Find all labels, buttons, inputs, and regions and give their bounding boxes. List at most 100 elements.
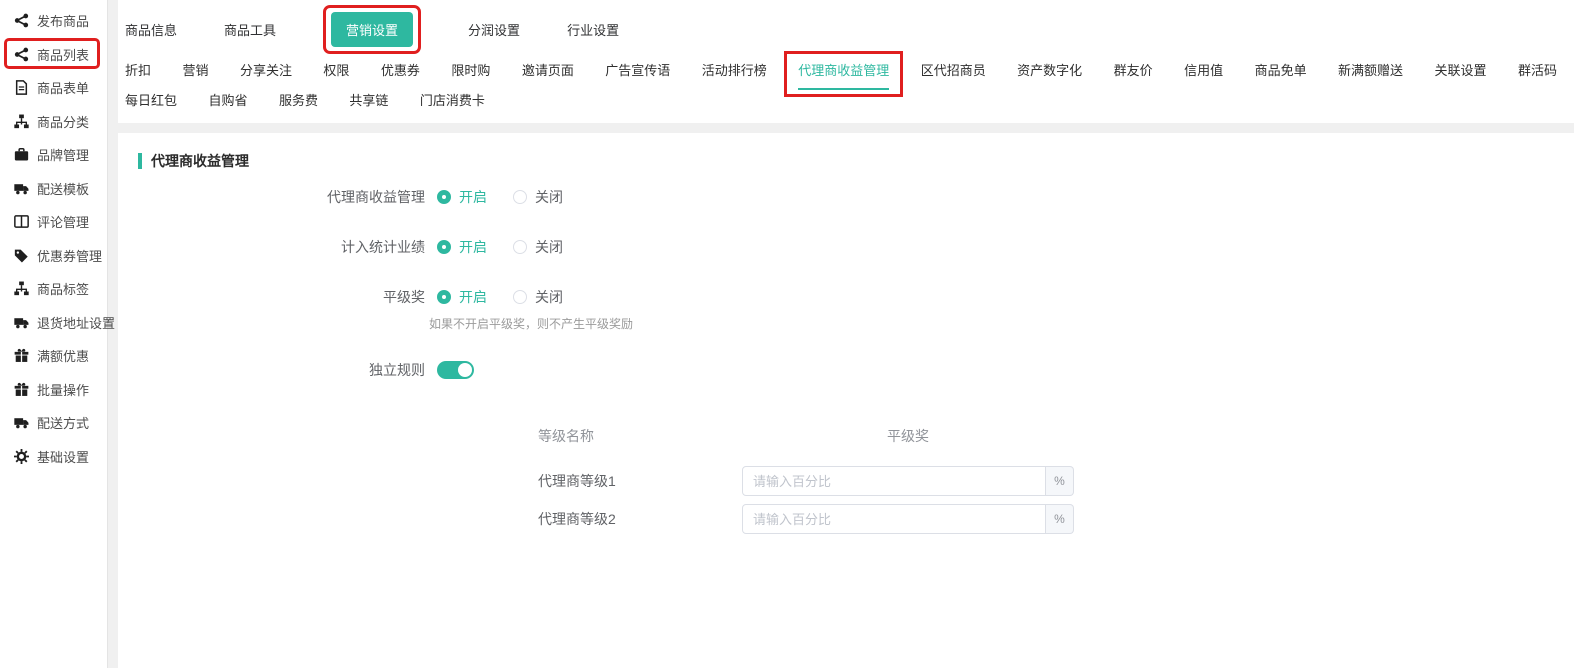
form-file-icon (14, 80, 29, 95)
sidebar-item-return-address-settings[interactable]: 退货地址设置 (0, 306, 107, 340)
subtab-agent-income-management[interactable]: 代理商收益管理 (798, 61, 889, 81)
sidebar-item-label: 商品分类 (37, 112, 89, 131)
subtab-activity-ranking[interactable]: 活动排行榜 (702, 61, 767, 81)
percent-suffix: % (1046, 466, 1074, 496)
percent-input[interactable] (742, 504, 1046, 534)
columns-icon (14, 214, 29, 229)
form-row-independent-rule: 独立规则 (118, 360, 1574, 380)
subtab-group-qr-code[interactable]: 群活码 (1518, 61, 1557, 81)
sidebar-item-product-list[interactable]: 商品列表 (0, 38, 107, 72)
sidebar-item-full-discount[interactable]: 满额优惠 (0, 339, 107, 373)
agent-income-management-label: 代理商收益管理 (118, 187, 437, 207)
tab-profit-settings[interactable]: 分润设置 (468, 20, 520, 39)
radio-label: 关闭 (535, 237, 563, 257)
radio-on[interactable]: 开启 (437, 287, 487, 307)
subtab-permission[interactable]: 权限 (323, 61, 349, 81)
sidebar-item-product-tag[interactable]: 商品标签 (0, 272, 107, 306)
sidebar-item-brand-management[interactable]: 品牌管理 (0, 138, 107, 172)
radio-label: 关闭 (535, 187, 563, 207)
radio-on[interactable]: 开启 (437, 187, 487, 207)
tab-product-tools[interactable]: 商品工具 (224, 20, 276, 39)
radio-label: 开启 (459, 287, 487, 307)
radio-off[interactable]: 关闭 (513, 187, 563, 207)
subtab-ad-slogan[interactable]: 广告宣传语 (605, 61, 670, 81)
subtab-new-full-gift[interactable]: 新满额赠送 (1338, 61, 1403, 81)
tab-product-info[interactable]: 商品信息 (125, 20, 177, 39)
radio-label: 关闭 (535, 287, 563, 307)
independent-rule-label: 独立规则 (118, 360, 437, 380)
sidebar-item-label: 评论管理 (37, 212, 89, 231)
subtab-flash-sale[interactable]: 限时购 (451, 61, 490, 81)
radio-dot-icon (437, 240, 451, 254)
subtab-asset-digitization[interactable]: 资产数字化 (1017, 61, 1082, 81)
radio-label: 开启 (459, 237, 487, 257)
app-window: 发布商品 商品列表 商品表单 商品分类 品牌管理 配送模板 评论管理 优惠券管理… (0, 0, 1574, 668)
tabs-header: 商品信息 商品工具 营销设置 分润设置 行业设置 折扣 营销 分享关注 权限 优… (118, 0, 1574, 123)
subtab-credit-value[interactable]: 信用值 (1184, 61, 1223, 81)
sidebar-item-delivery-template[interactable]: 配送模板 (0, 172, 107, 206)
tags-icon (14, 248, 29, 263)
count-into-stats-label: 计入统计业绩 (118, 237, 437, 257)
subtab-share-follow[interactable]: 分享关注 (240, 61, 292, 81)
briefcase-icon (14, 147, 29, 162)
subtab-relation-settings[interactable]: 关联设置 (1435, 61, 1487, 81)
agent-income-management-radio-group: 开启 关闭 (437, 187, 589, 207)
subtab-district-agent-recruiter[interactable]: 区代招商员 (921, 61, 986, 81)
percent-input-group: % (742, 466, 1074, 496)
peer-award-hint: 如果不开启平级奖，则不产生平级奖励 (429, 315, 1574, 332)
sidebar-item-basic-settings[interactable]: 基础设置 (0, 440, 107, 474)
gear-icon (14, 449, 29, 464)
sidebar-item-publish-product[interactable]: 发布商品 (0, 4, 107, 38)
radio-on[interactable]: 开启 (437, 237, 487, 257)
subtab-coupon[interactable]: 优惠券 (381, 61, 420, 81)
truck-icon (14, 181, 29, 196)
sidebar-item-delivery-method[interactable]: 配送方式 (0, 406, 107, 440)
sidebar-item-label: 商品列表 (37, 45, 89, 64)
sidebar-item-label: 基础设置 (37, 447, 89, 466)
sidebar-item-product-category[interactable]: 商品分类 (0, 105, 107, 139)
subtab-self-purchase-save[interactable]: 自购省 (208, 91, 247, 111)
subtab-product-free-order[interactable]: 商品免单 (1255, 61, 1307, 81)
sidebar: 发布商品 商品列表 商品表单 商品分类 品牌管理 配送模板 评论管理 优惠券管理… (0, 0, 108, 668)
level-table-header: 等级名称 平级奖 (538, 426, 1198, 446)
radio-dot-icon (513, 290, 527, 304)
sidebar-item-product-form[interactable]: 商品表单 (0, 71, 107, 105)
tab-marketing-settings[interactable]: 营销设置 (331, 12, 413, 47)
sidebar-item-label: 满额优惠 (37, 346, 89, 365)
subtab-discount[interactable]: 折扣 (125, 61, 151, 81)
subtab-service-fee[interactable]: 服务费 (279, 91, 318, 111)
subtab-daily-red-packet[interactable]: 每日红包 (125, 91, 177, 111)
sidebar-item-label: 商品表单 (37, 78, 89, 97)
subtab-shared-chain[interactable]: 共享链 (349, 91, 388, 111)
independent-rule-switch[interactable] (437, 361, 474, 379)
sitemap-icon (14, 114, 29, 129)
sidebar-item-label: 商品标签 (37, 279, 89, 298)
peer-award-header: 平级奖 (742, 426, 1074, 446)
subtab-store-consume-card[interactable]: 门店消费卡 (420, 91, 485, 111)
level-name: 代理商等级2 (538, 509, 742, 529)
percent-input[interactable] (742, 466, 1046, 496)
tab-industry-settings[interactable]: 行业设置 (567, 20, 619, 39)
sidebar-item-label: 配送方式 (37, 413, 89, 432)
truck-icon (14, 415, 29, 430)
content-panel: 代理商收益管理 代理商收益管理 开启 关闭 计入统计业绩 开启 关闭 (118, 133, 1574, 668)
percent-suffix: % (1046, 504, 1074, 534)
peer-award-label: 平级奖 (118, 287, 437, 307)
sidebar-item-coupon-management[interactable]: 优惠券管理 (0, 239, 107, 273)
sub-tabs-row2: 每日红包 自购省 服务费 共享链 门店消费卡 (125, 91, 1574, 111)
percent-input-group: % (742, 504, 1074, 534)
radio-off[interactable]: 关闭 (513, 287, 563, 307)
subtab-marketing[interactable]: 营销 (182, 61, 208, 81)
switch-knob (458, 363, 472, 377)
subtab-invite-page[interactable]: 邀请页面 (522, 61, 574, 81)
sidebar-item-batch-operation[interactable]: 批量操作 (0, 373, 107, 407)
form-row-peer-award: 平级奖 开启 关闭 (118, 287, 1574, 307)
radio-dot-icon (437, 290, 451, 304)
subtab-group-friend-price[interactable]: 群友价 (1114, 61, 1153, 81)
radio-off[interactable]: 关闭 (513, 237, 563, 257)
share-nodes-icon (14, 13, 29, 28)
gift-icon (14, 382, 29, 397)
sidebar-item-comment-management[interactable]: 评论管理 (0, 205, 107, 239)
radio-dot-icon (437, 190, 451, 204)
table-row: 代理商等级1 % (538, 466, 1198, 496)
